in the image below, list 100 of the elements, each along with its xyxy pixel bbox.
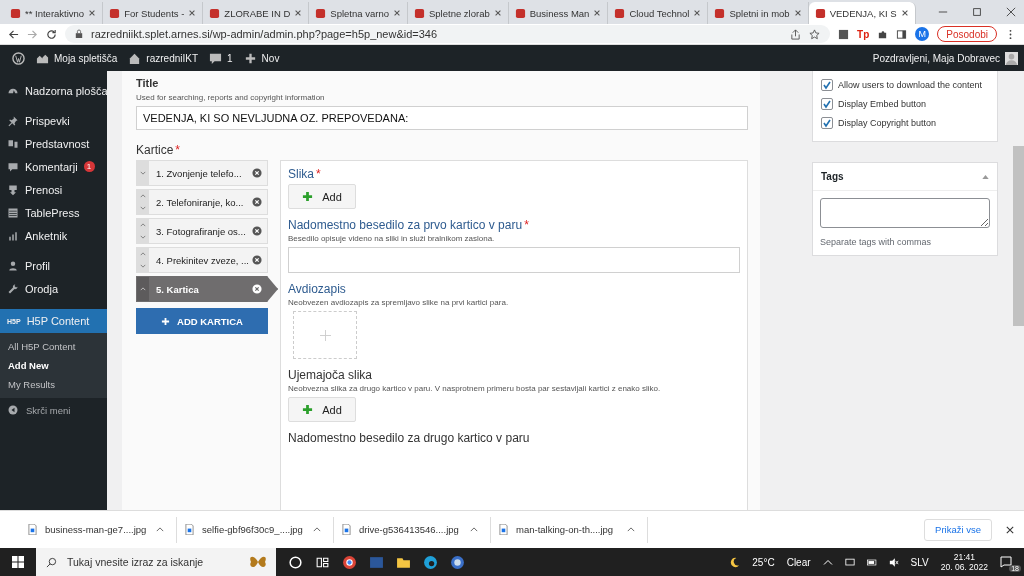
close-icon[interactable] bbox=[493, 9, 502, 17]
menu-item[interactable]: Nadzorna plošča bbox=[0, 79, 107, 102]
close-icon[interactable] bbox=[900, 9, 909, 17]
extension-label[interactable]: Tp bbox=[857, 28, 870, 40]
site-name-link[interactable]: razredniIKT bbox=[146, 52, 199, 64]
speaker-icon[interactable] bbox=[888, 557, 899, 567]
checkbox[interactable] bbox=[821, 98, 833, 110]
task-view-icon[interactable] bbox=[288, 554, 303, 570]
reload-icon[interactable] bbox=[46, 28, 57, 40]
checkbox[interactable] bbox=[821, 79, 833, 91]
list-item[interactable]: 3. Fotografiranje os... bbox=[136, 218, 268, 244]
caret-icon[interactable] bbox=[156, 527, 164, 532]
new-link[interactable]: Nov bbox=[261, 52, 280, 64]
list-item[interactable]: 5. Kartica bbox=[136, 276, 278, 302]
close-icon[interactable] bbox=[1005, 7, 1016, 17]
caret-icon[interactable] bbox=[313, 527, 321, 532]
download-item[interactable]: drive-g536413546....jpg bbox=[334, 516, 491, 543]
caret-icon[interactable] bbox=[470, 527, 478, 532]
submenu-item[interactable]: My Results bbox=[0, 375, 107, 394]
download-item[interactable]: man-talking-on-th....jpg bbox=[491, 516, 648, 543]
close-icon[interactable] bbox=[188, 9, 197, 17]
download-item[interactable]: business-man-ge7....jpg bbox=[20, 516, 177, 543]
comment-count[interactable]: 1 bbox=[227, 52, 233, 64]
extension-icon[interactable] bbox=[838, 28, 850, 40]
browser-tab[interactable]: VEDENJA, KI S bbox=[808, 2, 916, 24]
close-icon[interactable] bbox=[793, 9, 802, 17]
battery-icon[interactable] bbox=[866, 557, 877, 567]
star-icon[interactable] bbox=[809, 28, 821, 40]
menu-item[interactable]: Anketnik bbox=[0, 224, 107, 247]
remove-icon[interactable] bbox=[252, 284, 262, 294]
caret-icon[interactable] bbox=[627, 527, 635, 532]
collapse-menu-link[interactable]: Skrči meni bbox=[26, 404, 71, 416]
profile-avatar[interactable]: M bbox=[915, 27, 930, 41]
back-arrow-icon[interactable] bbox=[8, 28, 19, 40]
remove-icon[interactable] bbox=[252, 197, 262, 207]
menu-item[interactable]: TablePress bbox=[0, 201, 107, 224]
share-icon[interactable] bbox=[790, 28, 802, 40]
menu-item[interactable]: Prenosi bbox=[0, 178, 107, 201]
sidebar-icon[interactable] bbox=[896, 28, 908, 40]
menu-icon bbox=[7, 206, 19, 219]
text-input[interactable] bbox=[288, 247, 740, 273]
plus-icon bbox=[243, 51, 257, 65]
search-field[interactable]: Tukaj vnesite izraz za iskanje bbox=[36, 548, 276, 576]
my-sites-link[interactable]: Moja spletišča bbox=[54, 52, 118, 64]
title-input[interactable]: VEDENJA, KI SO NEVLJUDNA OZ. PREPOVEDANA: bbox=[136, 106, 748, 130]
add-button[interactable]: Add bbox=[288, 397, 356, 422]
address-bar[interactable]: razredniikt.splet.arnes.si/wp-admin/admin.php?page=h5p_new&id=346 bbox=[65, 25, 831, 43]
update-button[interactable]: Posodobi bbox=[937, 26, 997, 42]
tags-input[interactable] bbox=[820, 198, 990, 228]
start-icon[interactable] bbox=[12, 556, 24, 568]
menu-item[interactable]: Profil bbox=[0, 254, 107, 277]
download-item[interactable]: selfie-gbf96f30c9_....jpg bbox=[177, 516, 334, 543]
menu-item[interactable]: Prispevki bbox=[0, 109, 107, 132]
count-badge: 1 bbox=[83, 161, 95, 172]
add-button[interactable]: ADD KARTICA bbox=[136, 308, 268, 334]
greeting-link[interactable]: Pozdravljeni, Maja Dobravec bbox=[872, 52, 1000, 64]
menu-icon bbox=[7, 282, 19, 295]
plus-icon bbox=[302, 404, 314, 415]
temperature-text[interactable]: 25°C bbox=[752, 556, 775, 568]
menu-item[interactable]: Komentarji 1 bbox=[0, 155, 107, 178]
field-description: Neobvezna slika za drugo kartico v paru. V nasprotnem primeru bosta par sestavljali kartici z enako sliko. bbox=[288, 384, 662, 393]
menu-item[interactable]: Orodja bbox=[0, 277, 107, 300]
weather-text[interactable]: Clear bbox=[786, 556, 811, 568]
list-item[interactable]: 1. Zvonjenje telefo... bbox=[136, 160, 268, 186]
menu-icon bbox=[7, 259, 19, 272]
file-icon bbox=[28, 524, 37, 535]
butterfly-icon bbox=[248, 554, 268, 570]
list-item[interactable]: 2. Telefoniranje, ko... bbox=[136, 189, 268, 215]
app-icon[interactable] bbox=[450, 554, 465, 570]
chevron-up-icon[interactable] bbox=[822, 557, 833, 567]
close-icon[interactable] bbox=[393, 9, 401, 17]
close-icon[interactable] bbox=[693, 9, 702, 17]
language-indicator[interactable]: SLV bbox=[910, 556, 929, 568]
list-item[interactable]: 4. Prekinitev zveze, ... bbox=[136, 247, 268, 273]
chrome-icon[interactable] bbox=[342, 554, 357, 570]
checkbox[interactable] bbox=[821, 117, 833, 129]
remove-icon[interactable] bbox=[252, 168, 262, 178]
field-label: Kartice bbox=[136, 143, 174, 157]
show-all-button[interactable]: Prikaži vse bbox=[924, 518, 992, 541]
field-description: Used for searching, reports and copyright information bbox=[136, 93, 326, 102]
maximize-icon[interactable] bbox=[971, 7, 982, 17]
page-icon bbox=[10, 7, 21, 19]
collapse-icon[interactable] bbox=[7, 404, 19, 416]
clock[interactable]: 21:41 20. 06. 2022 bbox=[940, 551, 988, 573]
network-icon[interactable] bbox=[844, 557, 855, 567]
collapse-arrow-icon[interactable] bbox=[982, 174, 989, 179]
submenu-item[interactable]: All H5P Content bbox=[0, 337, 107, 356]
add-button[interactable]: Add bbox=[288, 184, 356, 209]
scrollbar-thumb[interactable] bbox=[1013, 146, 1024, 326]
submenu-item[interactable]: Add New bbox=[0, 356, 107, 375]
menu-item[interactable]: Predstavnost bbox=[0, 132, 107, 155]
close-icon[interactable] bbox=[1006, 525, 1014, 534]
close-icon[interactable] bbox=[88, 9, 97, 17]
wordpress-logo-icon[interactable] bbox=[12, 51, 25, 65]
puzzle-icon[interactable] bbox=[877, 28, 889, 40]
close-icon[interactable] bbox=[593, 9, 602, 17]
close-icon[interactable] bbox=[294, 9, 303, 17]
remove-icon[interactable] bbox=[252, 255, 262, 265]
remove-icon[interactable] bbox=[252, 226, 262, 236]
edge-icon[interactable] bbox=[423, 554, 438, 570]
